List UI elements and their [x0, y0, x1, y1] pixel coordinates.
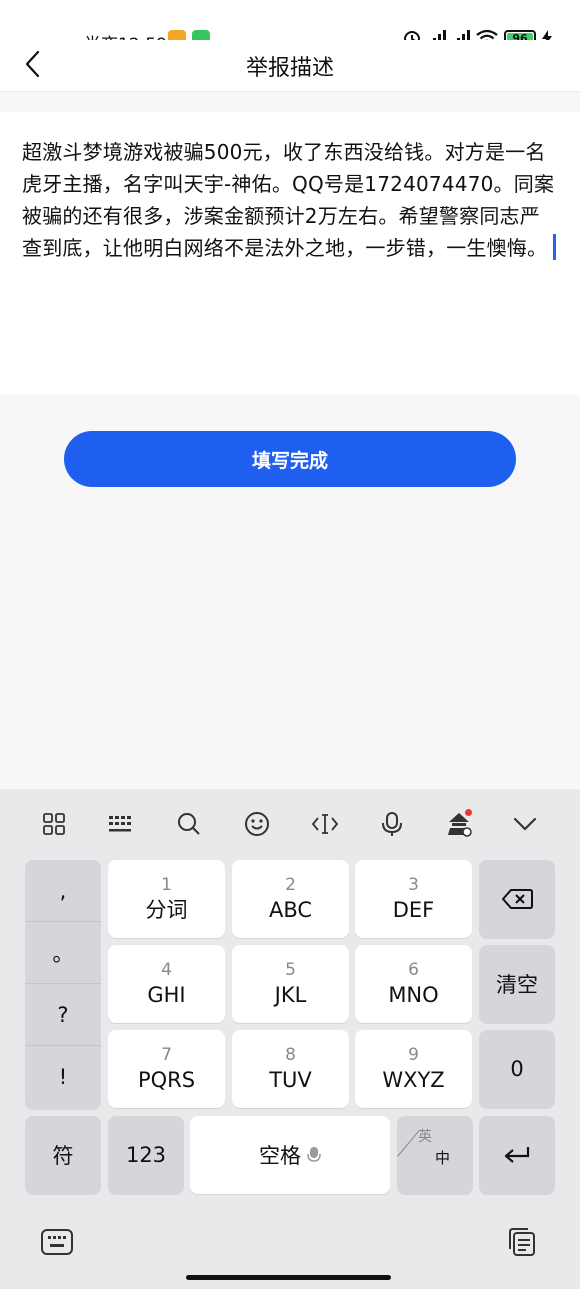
lang-en-label: 英 [418, 1129, 432, 1145]
key-number: 9 [408, 1045, 419, 1065]
key-label: JKL [274, 983, 307, 1007]
key-number: 7 [161, 1045, 172, 1065]
clear-key[interactable]: 清空 [479, 945, 555, 1023]
key-1-fenci[interactable]: 1 分词 [108, 860, 225, 938]
keyboard-switch-icon[interactable] [39, 1226, 75, 1258]
home-indicator[interactable] [186, 1275, 391, 1280]
clipboard-icon[interactable] [504, 1226, 540, 1258]
description-textarea[interactable]: 超激斗梦境游戏被骗500元，收了东西没给钱。对方是一名虎牙主播，名字叫天宇-神佑… [0, 112, 580, 395]
key-8-tuv[interactable]: 8 TUV [232, 1030, 349, 1108]
status-bar: 半夜12:59 96 [0, 0, 580, 55]
key-label: 分词 [145, 898, 188, 922]
lang-zh-label: 中 [435, 1149, 451, 1167]
symbol-key[interactable]: 符 [25, 1116, 101, 1194]
space-key[interactable]: 空格 [190, 1116, 390, 1194]
key-number: 2 [285, 875, 296, 895]
enter-icon [504, 1147, 530, 1163]
submit-button[interactable]: 填写完成 [64, 431, 516, 487]
backspace-key[interactable] [479, 860, 555, 938]
key-label: GHI [147, 983, 186, 1007]
text-cursor-icon[interactable] [308, 807, 342, 841]
emoji-icon[interactable] [240, 807, 274, 841]
collapse-icon[interactable] [508, 807, 542, 841]
key-number: 6 [408, 960, 419, 980]
notification-dot [465, 809, 472, 816]
punct-question-key[interactable]: ? [25, 984, 101, 1046]
key-number: 5 [285, 960, 296, 980]
punct-comma-key[interactable]: , [25, 860, 101, 922]
language-switch-key[interactable]: 英 中 [397, 1116, 473, 1194]
keyboard-toolbar [0, 789, 580, 857]
screen: 半夜12:59 96 [0, 0, 580, 1289]
numbers-key-label: 123 [125, 1143, 167, 1167]
key-9-wxyz[interactable]: 9 WXYZ [355, 1030, 472, 1108]
key-3-def[interactable]: 3 DEF [355, 860, 472, 938]
key-7-pqrs[interactable]: 7 PQRS [108, 1030, 225, 1108]
description-text[interactable]: 超激斗梦境游戏被骗500元，收了东西没给钱。对方是一名虎牙主播，名字叫天宇-神佑… [22, 136, 558, 264]
grid-icon[interactable] [37, 807, 71, 841]
key-number: 4 [161, 960, 172, 980]
space-key-label: 空格 [259, 1144, 301, 1168]
zero-key[interactable]: 0 [479, 1030, 555, 1108]
key-2-abc[interactable]: 2 ABC [232, 860, 349, 938]
key-5-jkl[interactable]: 5 JKL [232, 945, 349, 1023]
key-number: 1 [161, 875, 172, 895]
symbol-key-label: 符 [52, 1144, 74, 1168]
lang-divider [397, 1130, 420, 1157]
key-label: PQRS [137, 1068, 196, 1092]
punct-period-key[interactable]: 。 [25, 922, 101, 984]
skin-icon[interactable] [442, 807, 476, 841]
search-icon[interactable] [172, 807, 206, 841]
backspace-icon [502, 889, 533, 909]
punctuation-column: , 。 ? ! [25, 860, 101, 1110]
key-label: MNO [388, 983, 439, 1007]
enter-key[interactable] [479, 1116, 555, 1194]
description-content: 超激斗梦境游戏被骗500元，收了东西没给钱。对方是一名虎牙主播，名字叫天宇-神佑… [22, 140, 555, 260]
key-4-ghi[interactable]: 4 GHI [108, 945, 225, 1023]
key-number: 3 [408, 875, 419, 895]
key-number: 8 [285, 1045, 296, 1065]
punct-exclaim-key[interactable]: ! [25, 1046, 101, 1108]
text-caret [553, 234, 556, 260]
page-title: 举报描述 [245, 56, 334, 81]
microphone-icon[interactable] [375, 807, 409, 841]
keyboard-layout-icon[interactable] [104, 807, 138, 841]
microphone-icon [307, 1147, 321, 1162]
key-label: DEF [392, 898, 435, 922]
key-label: TUV [269, 1068, 312, 1092]
numbers-key[interactable]: 123 [108, 1116, 184, 1194]
clear-key-label: 清空 [496, 973, 538, 997]
zero-key-label: 0 [510, 1057, 524, 1081]
key-label: WXYZ [382, 1068, 445, 1092]
title-bar: 举报描述 [0, 40, 580, 92]
key-label: ABC [268, 898, 313, 922]
key-6-mno[interactable]: 6 MNO [355, 945, 472, 1023]
